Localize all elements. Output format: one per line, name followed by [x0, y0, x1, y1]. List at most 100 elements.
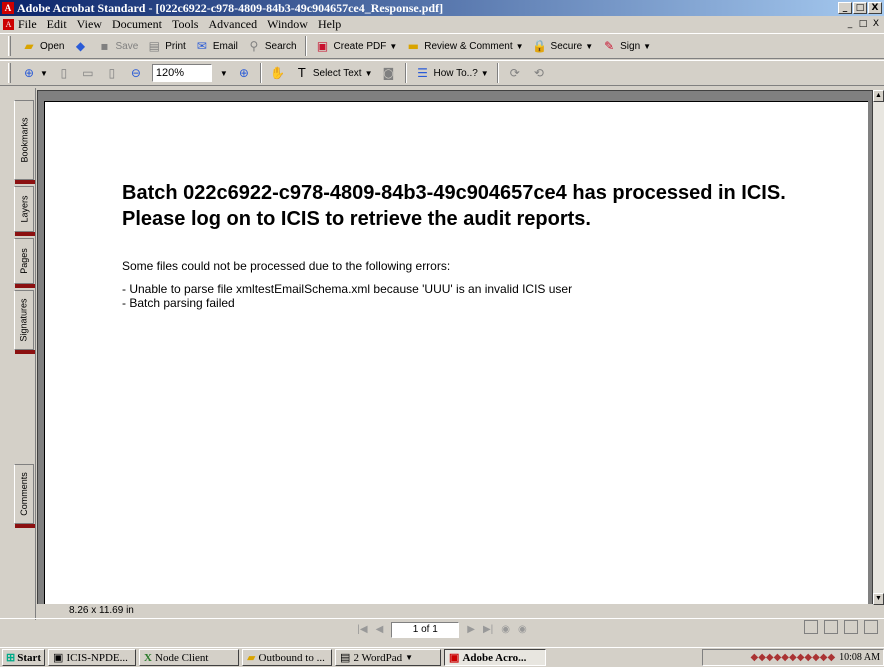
previous-page-icon[interactable]: ◀: [376, 624, 384, 635]
start-button[interactable]: ⊞ Start: [2, 649, 46, 666]
open-button[interactable]: ▰ Open: [21, 38, 64, 54]
vertical-scrollbar[interactable]: ▲ ▼: [873, 90, 884, 605]
print-button[interactable]: ▤ Print: [146, 38, 186, 54]
snapshot-button[interactable]: ◙: [381, 65, 397, 81]
rotate-button[interactable]: ⟳: [507, 65, 523, 81]
continuous-icon[interactable]: [824, 620, 838, 634]
menu-document[interactable]: Document: [112, 16, 162, 32]
menu-window[interactable]: Window: [267, 16, 308, 32]
taskbar-item-active[interactable]: ▣ Adobe Acro...: [444, 649, 547, 666]
close-button[interactable]: X: [868, 2, 882, 14]
page-navigation-bar: |◀ ◀ 1 of 1 ▶ ▶| ◉ ◉: [0, 618, 884, 640]
taskbar-item[interactable]: ▣ ICIS-NPDE...: [48, 649, 137, 666]
organizer-button[interactable]: ◆: [72, 38, 88, 54]
first-page-icon[interactable]: |◀: [357, 624, 367, 635]
hand-tool-button[interactable]: ✋: [270, 65, 286, 81]
taskbar-item[interactable]: X Node Client: [139, 649, 240, 666]
tab-pages[interactable]: Pages: [14, 238, 35, 288]
create-pdf-button[interactable]: ▣ Create PDF ▼: [315, 38, 397, 54]
rotate-page-back-icon: ⟲: [533, 66, 544, 80]
doc-restore-button[interactable]: □: [857, 19, 869, 30]
hand-icon: ✋: [270, 66, 286, 80]
select-text-button[interactable]: T Select Text ▼: [294, 65, 372, 81]
pen-icon: ✎: [604, 39, 615, 53]
search-button[interactable]: ⚲ Search: [246, 38, 296, 54]
view-toolbar: ⊕ ▼ ▯ ▭ ▯ ⊖ 120% ▼ ⊕ ✋ T Select Text ▼ ◙ ☰ H…: [0, 60, 884, 86]
taskbar-item-label: 2 WordPad: [353, 651, 403, 664]
folder-icon: ▰: [247, 652, 256, 664]
toolbar-separator: [404, 63, 407, 83]
acrobat-icon: ▣: [449, 652, 460, 664]
page-number-input[interactable]: 1 of 1: [391, 621, 460, 638]
zoom-tool-button[interactable]: ⊕ ▼: [21, 65, 48, 81]
toolbar-grip[interactable]: [8, 36, 11, 56]
select-text-label: Select Text: [312, 67, 362, 79]
scroll-down-icon[interactable]: ▼: [873, 593, 884, 605]
menu-file[interactable]: File: [18, 16, 37, 32]
review-comment-button[interactable]: ▬ Review & Comment ▼: [405, 38, 524, 54]
taskbar-item[interactable]: ▰ Outbound to ...: [242, 649, 333, 666]
rotate-back-button[interactable]: ⟲: [531, 65, 547, 81]
text-cursor-icon: T: [298, 66, 306, 80]
pdf-page[interactable]: Batch 022c6922-c978-4809-84b3-49c904657c…: [44, 101, 868, 604]
next-view-icon[interactable]: ◉: [518, 624, 527, 635]
errors-intro: Some files could not be processed due to…: [122, 259, 451, 273]
doc-minimize-button[interactable]: _: [844, 19, 856, 30]
status-bar: 8.26 x 11.69 in: [37, 604, 873, 618]
secure-button[interactable]: 🔒 Secure ▼: [532, 38, 593, 54]
fit-page-button[interactable]: ▭: [80, 65, 96, 81]
previous-view-icon[interactable]: ◉: [501, 624, 510, 635]
zoom-dropdown-chevron-icon[interactable]: ▼: [220, 69, 228, 78]
maximize-button[interactable]: □: [853, 2, 867, 14]
single-page-icon[interactable]: [804, 620, 818, 634]
fit-width-button[interactable]: ▯: [104, 65, 120, 81]
minus-circle-icon: ⊖: [130, 66, 141, 80]
tab-layers-label: Layers: [19, 195, 30, 223]
zoom-in-icon: ⊕: [23, 66, 35, 80]
menu-advanced[interactable]: Advanced: [208, 16, 257, 32]
actual-size-button[interactable]: ▯: [56, 65, 72, 81]
menu-tools[interactable]: Tools: [172, 16, 199, 32]
doc-close-button[interactable]: X: [870, 19, 882, 30]
start-label: Start: [17, 651, 42, 664]
how-to-button[interactable]: ☰ How To..? ▼: [415, 65, 489, 81]
document-area[interactable]: Batch 022c6922-c978-4809-84b3-49c904657c…: [37, 90, 873, 605]
toolbar-grip[interactable]: [8, 63, 11, 83]
error-item: - Batch parsing failed: [122, 296, 235, 310]
zoom-out-button[interactable]: ⊖: [128, 65, 144, 81]
zoom-in-button[interactable]: ⊕: [236, 65, 252, 81]
acrobat-app-icon[interactable]: A: [2, 2, 14, 14]
lock-icon: 🔒: [532, 39, 547, 53]
tab-layers[interactable]: Layers: [14, 186, 35, 236]
chevron-down-icon: ▼: [643, 41, 652, 51]
tab-signatures[interactable]: Signatures: [14, 290, 35, 354]
file-toolbar: ▰ Open ◆ ▪ Save ▤ Print ✉ Email ⚲ Search ▣ Cre…: [0, 33, 884, 59]
facing-icon[interactable]: [844, 620, 858, 634]
sign-button[interactable]: ✎ Sign ▼: [601, 38, 651, 54]
scroll-up-icon[interactable]: ▲: [873, 90, 884, 102]
last-page-icon[interactable]: ▶|: [483, 624, 493, 635]
page-layout-buttons: [804, 620, 878, 634]
continuous-facing-icon[interactable]: [864, 620, 878, 634]
zoom-level-input[interactable]: 120%: [151, 64, 212, 82]
menu-help[interactable]: Help: [318, 16, 341, 32]
sign-label: Sign: [620, 40, 641, 52]
tab-signatures-label: Signatures: [19, 298, 29, 342]
rotate-page-icon: ⟳: [509, 66, 520, 80]
tray-icons[interactable]: ◆◆◆◆◆◆◆◆◆◆◆: [751, 652, 836, 663]
menu-edit[interactable]: Edit: [47, 16, 67, 32]
menu-view[interactable]: View: [77, 16, 102, 32]
tab-marker: [15, 232, 35, 236]
taskbar-item[interactable]: ▤ 2 WordPad ▼: [335, 649, 442, 666]
open-label: Open: [40, 40, 65, 52]
taskbar: ⊞ Start ▣ ICIS-NPDE... X Node Client ▰ Outbo…: [0, 647, 884, 667]
save-button[interactable]: ▪ Save: [96, 38, 138, 54]
menu-bar: A File Edit View Document Tools Advanced…: [0, 16, 884, 32]
minimize-button[interactable]: _: [838, 2, 852, 14]
tab-bookmarks[interactable]: Bookmarks: [14, 100, 35, 184]
help-list-icon: ☰: [417, 66, 428, 80]
document-icon[interactable]: A: [3, 19, 14, 30]
next-page-icon[interactable]: ▶: [467, 624, 475, 635]
email-button[interactable]: ✉ Email: [194, 38, 238, 54]
tab-comments[interactable]: Comments: [14, 464, 35, 528]
